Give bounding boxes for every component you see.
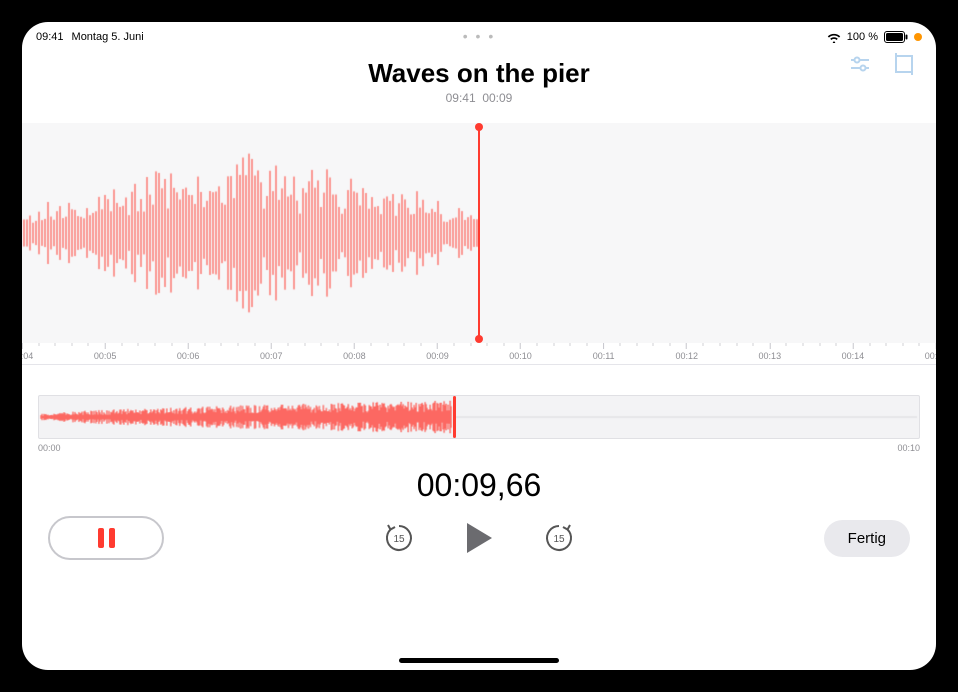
home-indicator[interactable] [399, 658, 559, 663]
timeline-tick: 00:07 [260, 343, 283, 364]
microphone-active-indicator-icon [914, 33, 922, 41]
skip-forward-15-button[interactable]: 15 [539, 518, 579, 558]
timeline-tick: 00:13 [759, 343, 782, 364]
timeline-tick: 00:12 [675, 343, 698, 364]
battery-icon [884, 31, 908, 43]
recording-subtitle: 09:41 00:09 [22, 91, 936, 105]
timeline-tick: 00:06 [177, 343, 200, 364]
status-date: Montag 5. Juni [72, 31, 144, 43]
pause-icon [98, 528, 115, 548]
svg-text:15: 15 [393, 534, 405, 545]
overview-cursor-icon[interactable] [453, 396, 456, 438]
recording-title[interactable]: Waves on the pier [22, 58, 936, 89]
timeline-tick: 00:09 [426, 343, 449, 364]
battery-percent: 100 % [847, 31, 878, 43]
trim-icon[interactable] [892, 52, 916, 76]
multitask-dots-icon[interactable]: • • • [463, 28, 495, 44]
timeline-tick: 00:05 [94, 343, 117, 364]
time-counter: 00:09,66 [22, 467, 936, 504]
play-button[interactable] [459, 518, 499, 558]
timeline-tick: 00:11 [593, 343, 615, 364]
overview-end-label: 00:10 [897, 443, 920, 453]
playhead-icon[interactable] [478, 127, 480, 339]
timeline-tick: 00:14 [842, 343, 865, 364]
overview-start-label: 00:00 [38, 443, 61, 453]
timeline-tick: 00:04 [22, 343, 33, 364]
status-bar: 09:41 Montag 5. Juni • • • 100 % [22, 22, 936, 48]
skip-back-15-button[interactable]: 15 [379, 518, 419, 558]
timeline-tick: 00:10 [509, 343, 532, 364]
overview-waveform[interactable] [38, 395, 920, 439]
timeline-ruler[interactable]: 00:04 00:05 00:06 00:07 00:08 00:09 00:10 00:11… [22, 343, 936, 365]
timeline-tick: 00:08 [343, 343, 366, 364]
done-button[interactable]: Fertig [824, 520, 910, 557]
wifi-icon [827, 32, 841, 43]
pause-button[interactable] [48, 516, 164, 560]
main-waveform[interactable] [22, 123, 936, 343]
timeline-tick: 00:15 [925, 343, 936, 364]
playback-settings-icon[interactable] [848, 52, 872, 76]
svg-text:15: 15 [553, 534, 565, 545]
status-time: 09:41 [36, 31, 64, 43]
